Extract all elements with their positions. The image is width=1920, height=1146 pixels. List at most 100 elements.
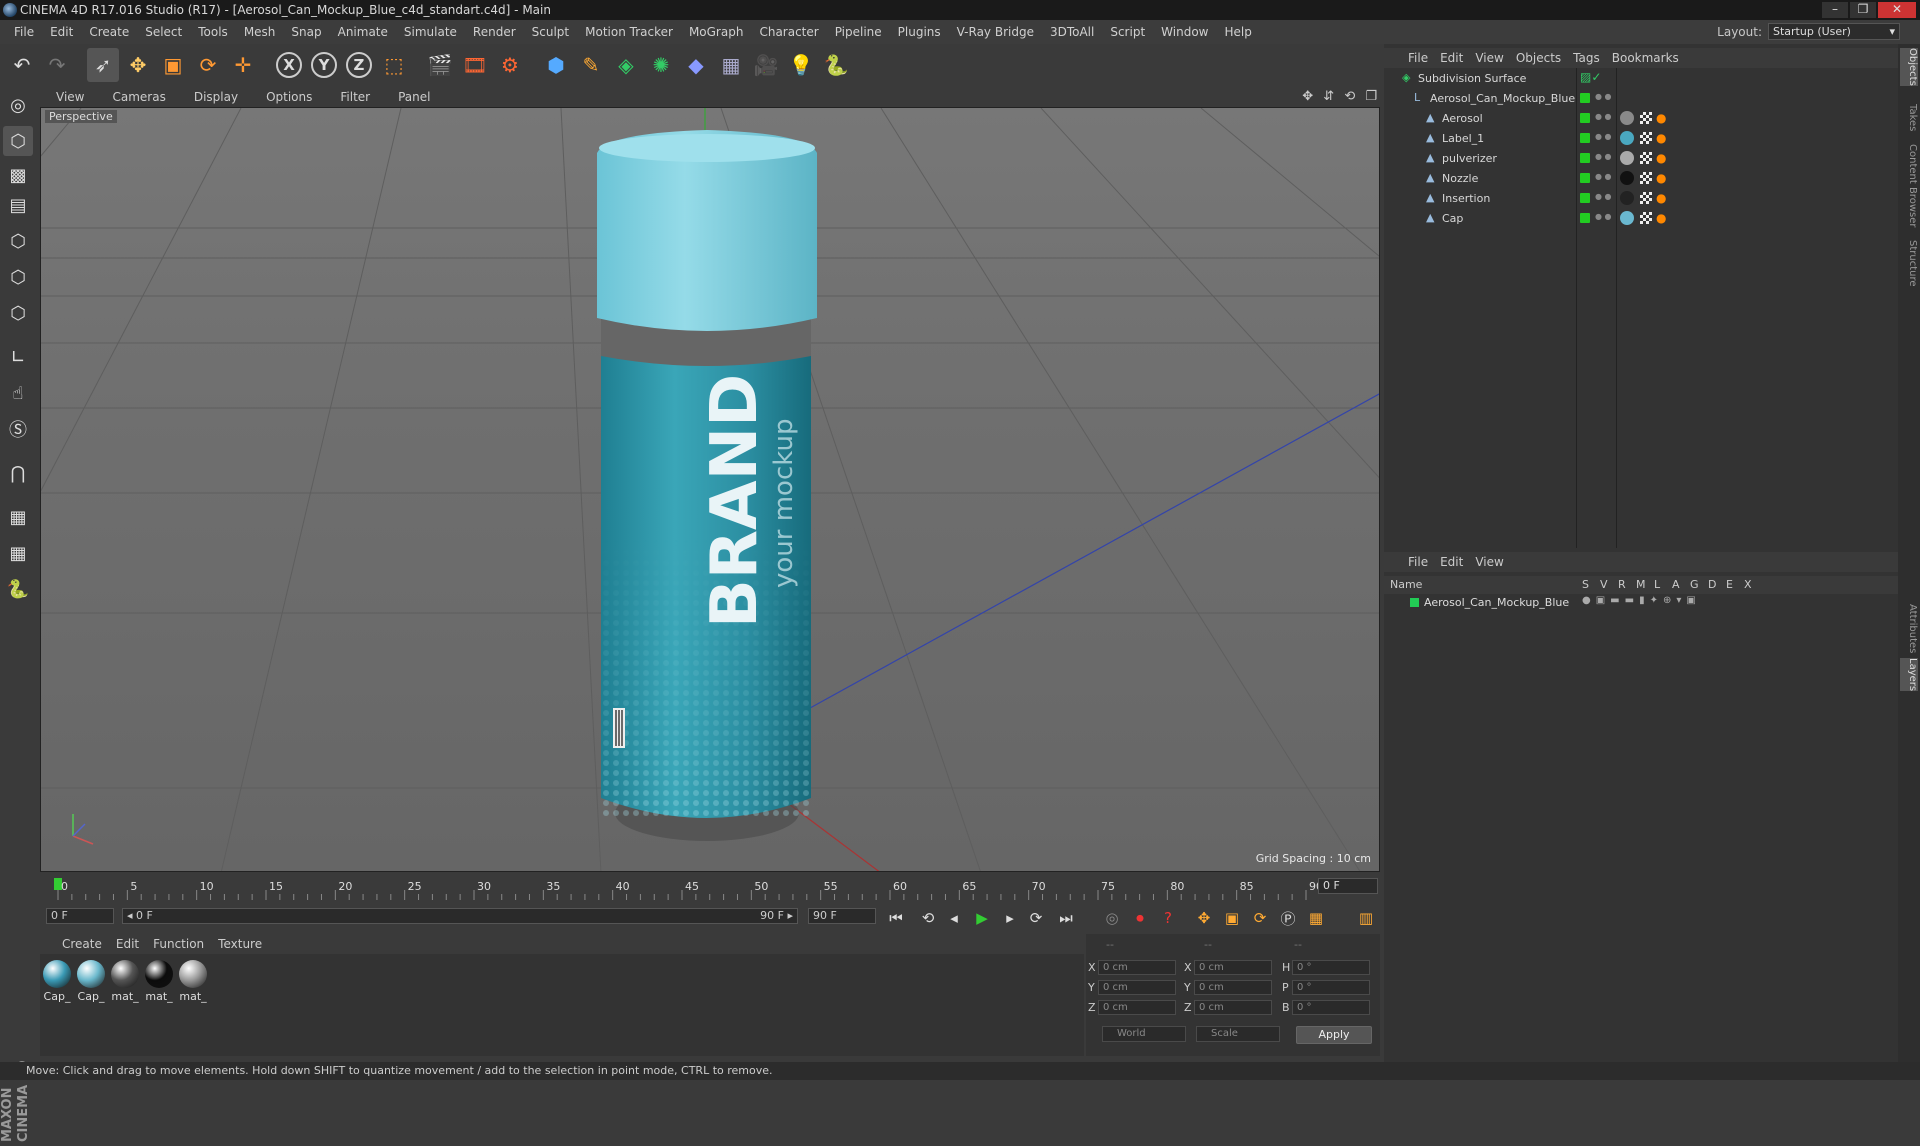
material-swatch[interactable]: Cap_ <box>42 960 72 1003</box>
edit-render-settings-icon[interactable]: ⚙ <box>494 48 526 82</box>
menu-animate[interactable]: Animate <box>330 25 396 39</box>
viewport-menu-panel[interactable]: Panel <box>382 90 442 104</box>
menu-3dtoall[interactable]: 3DToAll <box>1042 25 1102 39</box>
material-tag-icon[interactable] <box>1620 171 1634 185</box>
visibility-swatch[interactable] <box>1580 173 1590 183</box>
array-icon[interactable]: ✺ <box>645 48 677 82</box>
material-swatch[interactable]: mat_ <box>110 960 140 1003</box>
goto-end-icon[interactable]: ⏭ <box>1054 906 1078 930</box>
make-editable-icon[interactable]: ◎ <box>3 90 33 120</box>
objects-menu-tags[interactable]: Tags <box>1573 51 1612 65</box>
menu-snap[interactable]: Snap <box>283 25 329 39</box>
phong-tag-icon[interactable]: ● <box>1656 192 1668 204</box>
menu-file[interactable]: File <box>6 25 42 39</box>
object-row[interactable]: ▲ Aerosol ● ● ● <box>1384 108 1898 128</box>
phong-tag-icon[interactable]: ● <box>1656 212 1668 224</box>
planar-workplane-icon[interactable]: ▦ <box>3 538 33 568</box>
side-tab-objects[interactable]: Objects <box>1900 48 1918 86</box>
workplane-icon[interactable]: ▤ <box>3 190 33 220</box>
visibility-swatch[interactable] <box>1580 133 1590 143</box>
coord-value-field[interactable]: 0 cm <box>1194 1000 1272 1015</box>
layers-menu-view[interactable]: View <box>1475 555 1515 569</box>
menu-help[interactable]: Help <box>1216 25 1259 39</box>
layers-menu-file[interactable]: File <box>1408 555 1440 569</box>
apply-button[interactable]: Apply <box>1296 1026 1372 1044</box>
uvw-tag-icon[interactable] <box>1640 112 1652 124</box>
axis-z-button[interactable]: Z <box>343 48 375 82</box>
object-row[interactable]: ▲ pulverizer ● ● ● <box>1384 148 1898 168</box>
material-menu-create[interactable]: Create <box>62 937 116 951</box>
model-mode-icon[interactable]: ⬡ <box>3 126 33 156</box>
python-icon[interactable]: 🐍 <box>3 574 33 604</box>
object-row[interactable]: ▲ Nozzle ● ● ● <box>1384 168 1898 188</box>
viewport-menu-cameras[interactable]: Cameras <box>96 90 177 104</box>
edit-check-icon[interactable]: ▨✓ <box>1580 70 1601 84</box>
viewport-menu-options[interactable]: Options <box>250 90 324 104</box>
layout-select[interactable]: Startup (User) <box>1768 23 1900 40</box>
side-tab-takes[interactable]: Takes <box>1900 104 1918 131</box>
subdivision-icon[interactable]: ◈ <box>610 48 642 82</box>
material-swatch[interactable]: Cap_ <box>76 960 106 1003</box>
tweak-mode-icon[interactable]: ☝ <box>3 378 33 408</box>
phong-tag-icon[interactable]: ● <box>1656 112 1668 124</box>
autokey-icon[interactable]: ⏺ <box>1128 906 1152 930</box>
side-tab-structure[interactable]: Structure <box>1900 240 1918 287</box>
menu-select[interactable]: Select <box>137 25 190 39</box>
light-icon[interactable]: 💡 <box>785 48 817 82</box>
points-mode-icon[interactable]: ⬡ <box>3 226 33 256</box>
uvw-tag-icon[interactable] <box>1640 132 1652 144</box>
uvw-tag-icon[interactable] <box>1640 212 1652 224</box>
objects-menu-edit[interactable]: Edit <box>1440 51 1475 65</box>
coord-value-field[interactable]: 0 ° <box>1292 980 1370 995</box>
render-dots[interactable]: ● ● <box>1595 92 1612 101</box>
move-icon[interactable]: ✥ <box>122 48 154 82</box>
material-tag-icon[interactable] <box>1620 211 1634 225</box>
side-tab-content-browser[interactable]: Content Browser <box>1900 144 1918 227</box>
render-dots[interactable]: ● ● <box>1595 192 1612 201</box>
coord-value-field[interactable]: 0 cm <box>1098 980 1176 995</box>
material-tag-icon[interactable] <box>1620 151 1634 165</box>
key-parameter-icon[interactable]: Ⓟ <box>1276 906 1300 930</box>
coordinate-mode-select[interactable]: Scale <box>1196 1026 1280 1042</box>
snap-icon[interactable]: ⋂ <box>3 458 33 488</box>
coord-value-field[interactable]: 0 cm <box>1098 1000 1176 1015</box>
timeline-ticks[interactable]: 0 5 10 15 20 25 30 35 40 45 50 55 60 65 70 75 80 85 90 <box>50 874 1323 900</box>
cube-icon[interactable]: ⬢ <box>540 48 572 82</box>
menu-character[interactable]: Character <box>751 25 826 39</box>
key-scale-icon[interactable]: ▣ <box>1220 906 1244 930</box>
redo-icon[interactable]: ↷ <box>41 48 73 82</box>
visibility-swatch[interactable] <box>1580 93 1590 103</box>
start-frame-field[interactable]: 0 F <box>46 908 114 924</box>
phong-tag-icon[interactable]: ● <box>1656 172 1668 184</box>
viewport-navigation-icons[interactable]: ✥ ⇵ ⟲ ❐ <box>1302 89 1380 104</box>
material-tag-icon[interactable] <box>1620 191 1634 205</box>
timeline-window-icon[interactable]: ▥ <box>1354 906 1378 930</box>
menu-pipeline[interactable]: Pipeline <box>827 25 890 39</box>
menu-script[interactable]: Script <box>1102 25 1153 39</box>
pen-icon[interactable]: ✎ <box>575 48 607 82</box>
solo-icon[interactable]: Ⓢ <box>3 414 33 444</box>
menu-simulate[interactable]: Simulate <box>396 25 465 39</box>
uvw-tag-icon[interactable] <box>1640 172 1652 184</box>
objects-menu-file[interactable]: File <box>1408 51 1440 65</box>
layer-row[interactable]: Aerosol_Can_Mockup_Blue ●▣▬▬▮✦⊕▾▣ <box>1384 594 1898 612</box>
menu-sculpt[interactable]: Sculpt <box>524 25 577 39</box>
play-icon[interactable]: ▶ <box>970 906 994 930</box>
material-menu-texture[interactable]: Texture <box>218 937 276 951</box>
coord-value-field[interactable]: 0 ° <box>1292 960 1370 975</box>
next-frame-icon[interactable]: ▸ <box>998 906 1022 930</box>
prev-key-icon[interactable]: ⟲ <box>916 906 940 930</box>
floor-icon[interactable]: ▦ <box>715 48 747 82</box>
viewport-menu-filter[interactable]: Filter <box>324 90 382 104</box>
phong-tag-icon[interactable]: ● <box>1656 132 1668 144</box>
current-frame-field[interactable]: 0 F <box>1318 878 1378 894</box>
camera-icon[interactable]: 🎥 <box>750 48 782 82</box>
uvw-tag-icon[interactable] <box>1640 192 1652 204</box>
material-tag-icon[interactable] <box>1620 111 1634 125</box>
minimize-icon[interactable]: – <box>1822 2 1848 18</box>
maximize-icon[interactable]: ❐ <box>1850 2 1876 18</box>
lock-workplane-icon[interactable]: ▦ <box>3 502 33 532</box>
render-picture-viewer-icon[interactable]: 🎞 <box>459 48 491 82</box>
material-swatch[interactable]: mat_ <box>178 960 208 1003</box>
rotate-icon[interactable]: ⟳ <box>192 48 224 82</box>
